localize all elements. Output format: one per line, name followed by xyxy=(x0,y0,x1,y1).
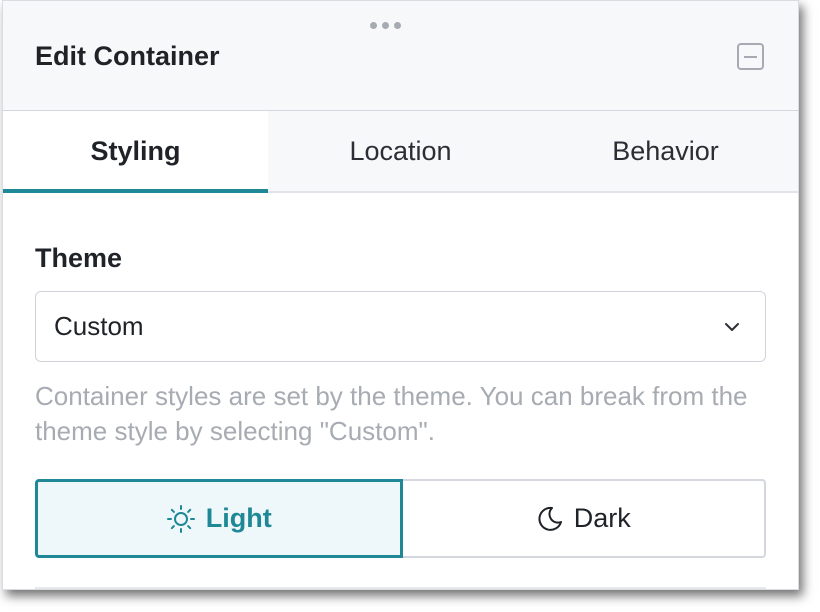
theme-label: Theme xyxy=(35,243,123,273)
collapse-button[interactable] xyxy=(737,43,764,70)
theme-help-text: Container styles are set by the theme. Y… xyxy=(35,381,748,446)
drag-dot xyxy=(393,21,401,29)
theme-select-value: Custom xyxy=(54,311,144,341)
drag-handle-icon[interactable] xyxy=(365,19,405,31)
panel-header: Edit Container xyxy=(3,1,798,111)
sun-icon xyxy=(166,504,195,533)
tab-location[interactable]: Location xyxy=(268,111,533,191)
tab-bar: Styling Location Behavior xyxy=(3,111,798,193)
light-dark-toggle: Light Dark xyxy=(35,479,766,558)
light-mode-label: Light xyxy=(205,503,272,533)
drag-dot xyxy=(381,21,389,29)
chevron-down-icon xyxy=(725,323,739,331)
edit-container-panel: Edit Container Styling Location Behavior… xyxy=(2,0,799,590)
dark-mode-label: Dark xyxy=(573,503,631,533)
screen: Edit Container Styling Location Behavior… xyxy=(0,0,820,612)
theme-select[interactable]: Custom xyxy=(35,291,766,362)
light-mode-button[interactable]: Light xyxy=(35,479,403,558)
divider xyxy=(35,587,766,589)
minus-icon xyxy=(744,55,757,58)
drag-dot xyxy=(369,21,377,29)
panel-title: Edit Container xyxy=(35,41,220,71)
dark-mode-button[interactable]: Dark xyxy=(402,479,766,558)
moon-icon xyxy=(538,506,562,531)
tab-behavior[interactable]: Behavior xyxy=(533,111,798,191)
tab-styling[interactable]: Styling xyxy=(3,111,268,193)
